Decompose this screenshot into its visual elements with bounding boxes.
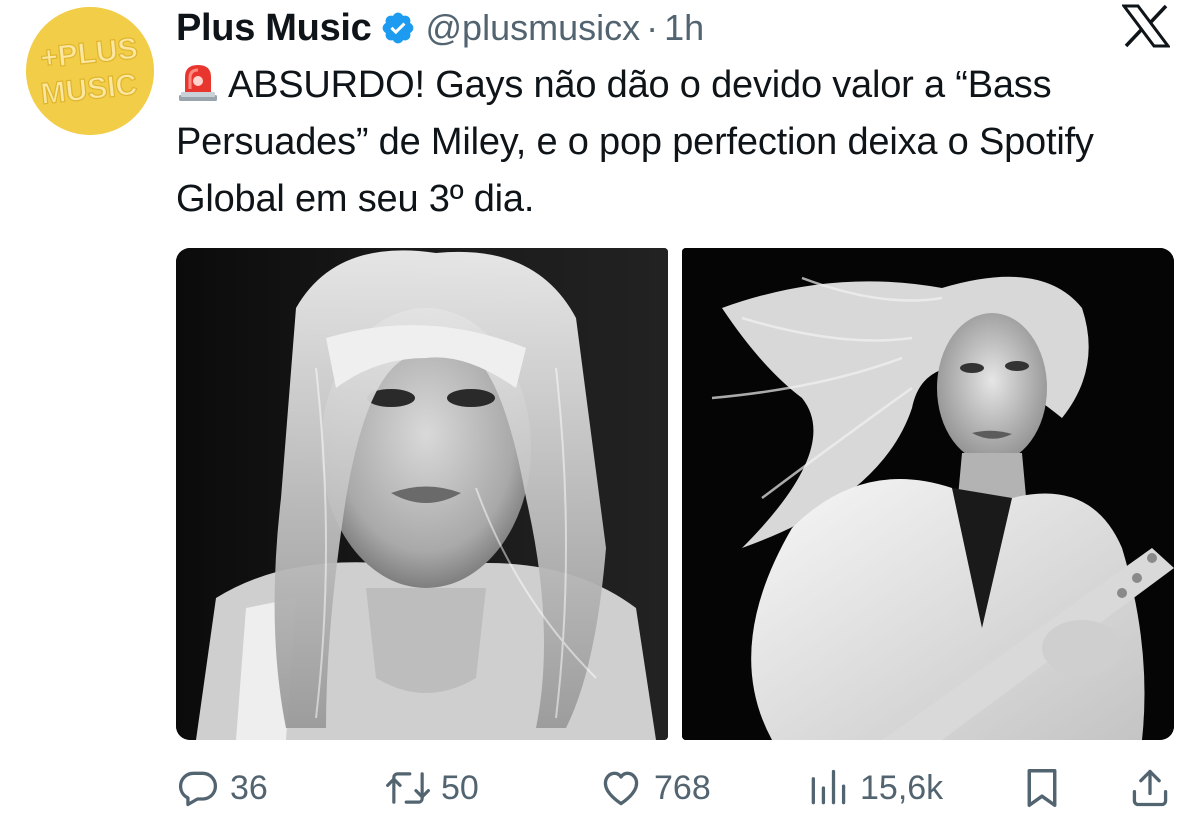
avatar[interactable]: +PLUS MUSIC [26,7,154,135]
reply-count: 36 [230,768,268,807]
like-count: 768 [654,768,711,807]
views-count: 15,6k [860,768,944,807]
timestamp[interactable]: 1h [664,7,704,49]
verified-badge-icon [380,10,416,46]
reply-button[interactable]: 36 [176,760,268,816]
photo-guitar-performance-icon [682,248,1174,740]
share-icon [1128,766,1172,810]
tweet[interactable]: +PLUS MUSIC Plus Music @plusmusicx · 1h [0,0,1200,819]
tweet-text: ABSURDO! Gays não dão o devido valor a “… [176,57,1186,228]
repost-button[interactable]: 50 [385,760,479,816]
police-siren-icon [176,59,220,103]
photo-portrait-icon [176,248,668,740]
x-logo-icon[interactable] [1121,4,1171,48]
photo-guitar-performance[interactable] [682,248,1174,740]
tweet-header: Plus Music @plusmusicx · 1h [176,2,704,54]
heart-icon [598,766,644,810]
photo-portrait[interactable] [176,248,668,740]
author-handle[interactable]: @plusmusicx [426,7,641,49]
views-button[interactable]: 15,6k [806,760,943,816]
media-grid [176,248,1174,740]
bookmark-button[interactable] [1022,760,1062,816]
reply-icon [176,766,220,810]
views-icon [806,766,850,810]
tweet-body: ABSURDO! Gays não dão o devido valor a “… [176,64,1094,220]
like-button[interactable]: 768 [598,760,711,816]
bookmark-icon [1022,766,1062,810]
repost-count: 50 [441,768,479,807]
share-button[interactable] [1128,760,1172,816]
author-name[interactable]: Plus Music [176,7,372,50]
action-bar: 36 50 768 15,6k [0,760,1200,816]
repost-icon [385,766,431,810]
separator-dot: · [646,7,659,48]
